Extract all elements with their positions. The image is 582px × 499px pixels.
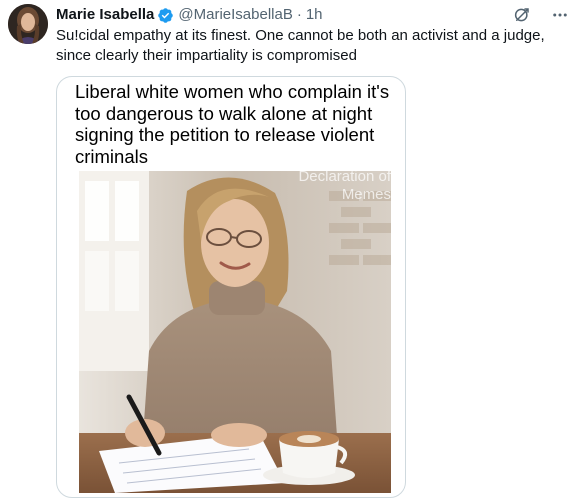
meme-caption: Liberal white women who complain it's to…: [75, 81, 390, 167]
meme-watermark: Declaration of Memes: [298, 168, 391, 203]
separator-dot: ·: [296, 6, 302, 23]
tweet-media[interactable]: Liberal white women who complain it's to…: [56, 76, 406, 498]
avatar[interactable]: [8, 4, 48, 44]
author-name[interactable]: Marie Isabella: [56, 5, 154, 25]
verified-badge-icon: [158, 7, 174, 23]
meme-photo: [79, 171, 391, 493]
tweet-text: Su!cidal empathy at its finest. One cann…: [56, 27, 545, 64]
more-options-icon[interactable]: [550, 5, 570, 25]
author-handle[interactable]: @MarieIsabellaB: [178, 5, 292, 25]
grok-icon[interactable]: [512, 5, 532, 25]
timestamp[interactable]: 1h: [306, 5, 323, 25]
tweet-header: Marie Isabella @MarieIsabellaB · 1h: [56, 5, 570, 25]
